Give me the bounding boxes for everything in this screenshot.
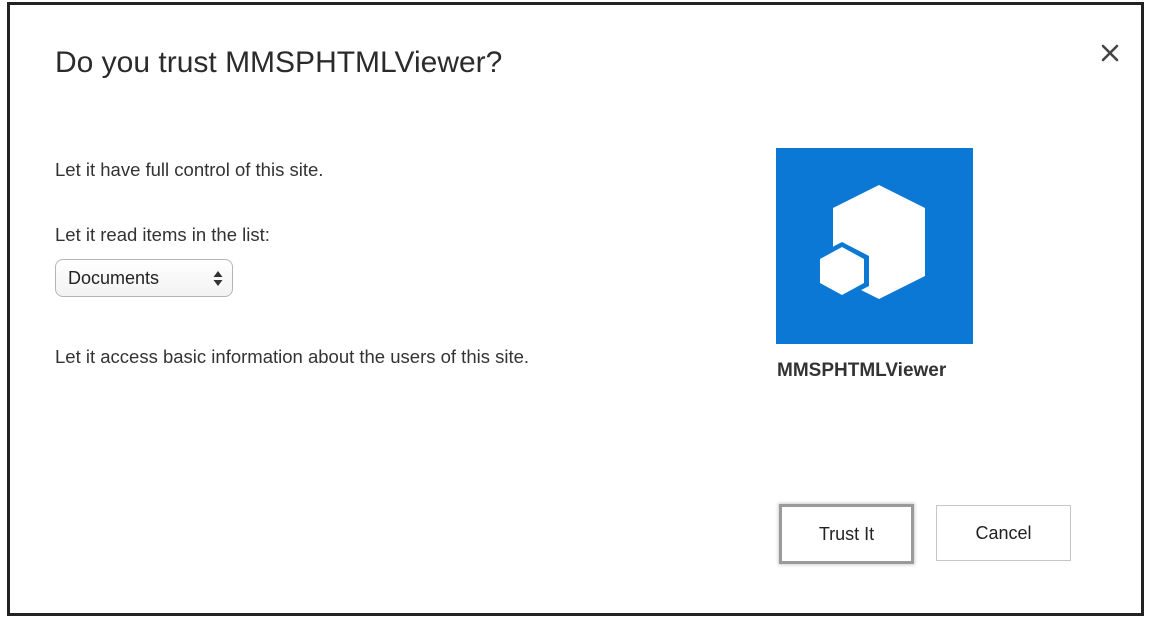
permission-full-control-text: Let it have full control of this site. <box>55 159 324 180</box>
permission-user-info-text: Let it access basic information about th… <box>55 346 530 367</box>
cancel-button[interactable]: Cancel <box>936 505 1071 561</box>
dialog-title: Do you trust MMSPHTMLViewer? <box>55 46 503 79</box>
trust-dialog: Do you trust MMSPHTMLViewer? Let it have… <box>7 2 1144 616</box>
close-button[interactable] <box>1096 39 1124 67</box>
hexagon-app-icon <box>776 148 973 344</box>
app-name: MMSPHTMLViewer <box>777 360 947 381</box>
list-select-value: Documents <box>68 267 160 288</box>
permission-read-items-text: Let it read items in the list: <box>55 224 270 245</box>
trust-it-button[interactable]: Trust It <box>779 504 914 564</box>
list-select[interactable]: Documents <box>55 259 233 297</box>
close-icon <box>1101 44 1119 62</box>
up-down-arrows-icon <box>213 271 223 286</box>
